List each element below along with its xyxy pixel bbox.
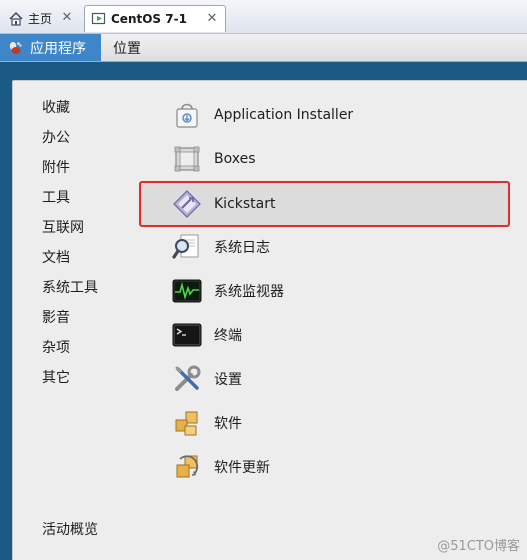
category-documents[interactable]: 文档	[42, 249, 70, 267]
magnifier-icon	[171, 231, 203, 263]
app-label: Boxes	[214, 151, 256, 167]
app-settings[interactable]: 设置	[139, 359, 509, 399]
app-application-installer[interactable]: Application Installer	[139, 95, 509, 135]
home-icon	[9, 11, 23, 26]
tab-home[interactable]: 主页 ✕	[2, 5, 80, 32]
boxes-icon	[171, 143, 203, 175]
app-software-update[interactable]: 软件更新	[139, 447, 509, 487]
app-label: 软件更新	[214, 460, 270, 476]
app-system-monitor[interactable]: 系统监视器	[139, 271, 509, 311]
category-system-tools[interactable]: 系统工具	[42, 279, 98, 297]
category-accessories[interactable]: 附件	[42, 159, 70, 177]
tools-icon	[171, 363, 203, 395]
category-internet[interactable]: 互联网	[42, 219, 84, 237]
activities-overview-link[interactable]: 活动概览	[42, 521, 98, 539]
app-label: 终端	[214, 328, 242, 344]
app-label: 设置	[214, 372, 242, 388]
tab-centos[interactable]: CentOS 7-1 ✕	[84, 5, 226, 32]
watermark-text: @51CTO博客	[437, 539, 520, 554]
app-system-log[interactable]: 系统日志	[139, 227, 509, 267]
gnome-foot-icon	[9, 41, 22, 54]
applications-menu-button[interactable]: 应用程序	[0, 34, 101, 61]
tab-home-label: 主页	[28, 12, 53, 26]
app-boxes[interactable]: Boxes	[139, 139, 509, 179]
app-label: Kickstart	[214, 196, 276, 212]
app-kickstart[interactable]: Kickstart	[139, 181, 510, 227]
terminal-icon	[171, 319, 203, 351]
software-update-icon	[171, 451, 203, 483]
tab-bar: 主页 ✕ CentOS 7-1 ✕	[0, 0, 527, 34]
app-label: 系统监视器	[214, 284, 284, 300]
applications-menu-panel: 收藏 办公 附件 工具 互联网 文档 系统工具 影音 杂项 其它 活动概览 Ap…	[12, 80, 527, 560]
app-label: Application Installer	[214, 107, 354, 123]
category-sound-video[interactable]: 影音	[42, 309, 70, 327]
category-other[interactable]: 其它	[42, 369, 70, 387]
app-software[interactable]: 软件	[139, 403, 509, 443]
category-sundry[interactable]: 杂项	[42, 339, 70, 357]
software-icon	[171, 407, 203, 439]
app-label: 系统日志	[214, 240, 270, 256]
places-menu-label: 位置	[113, 40, 141, 57]
kickstart-icon	[171, 188, 203, 220]
tab-centos-label: CentOS 7-1	[111, 12, 187, 26]
category-office[interactable]: 办公	[42, 129, 70, 147]
app-label: 软件	[214, 416, 242, 432]
category-favorites[interactable]: 收藏	[42, 99, 70, 117]
places-menu-button[interactable]: 位置	[113, 34, 141, 61]
vm-icon	[91, 12, 106, 25]
category-utilities[interactable]: 工具	[42, 189, 70, 207]
close-icon[interactable]: ✕	[205, 12, 219, 26]
system-monitor-icon	[171, 275, 203, 307]
applications-menu-label: 应用程序	[30, 40, 86, 57]
close-icon[interactable]: ✕	[60, 11, 74, 25]
shopping-bag-icon	[171, 99, 203, 131]
gnome-top-bar: 应用程序 位置	[0, 34, 527, 62]
app-terminal[interactable]: 终端	[139, 315, 509, 355]
